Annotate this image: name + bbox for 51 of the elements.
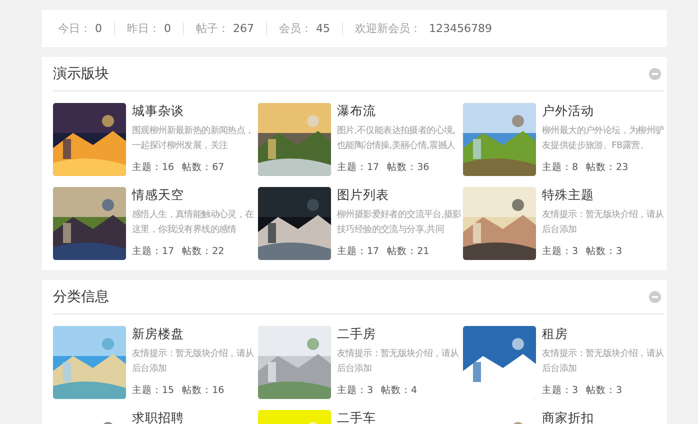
forum-title[interactable]: 户外活动 <box>542 103 668 119</box>
forum-title[interactable]: 图片列表 <box>337 187 463 203</box>
forum-title[interactable]: 商家折扣 <box>542 410 668 424</box>
stat-label: 欢迎新会员： <box>355 21 421 36</box>
topic-count: 主题：16 <box>132 161 174 174</box>
forum-description: 感悟人生，真情能触动心灵，在这里，你我没有界线的感情 <box>132 208 255 237</box>
stat-value: 267 <box>233 22 254 35</box>
stat-label: 会员： <box>279 21 312 36</box>
forum-description: 友情提示：暂无版块介绍，请从后台添加 <box>542 348 665 376</box>
forum-description: 友情提示：暂无版块介绍，请从后台添加 <box>337 348 460 376</box>
forum-title[interactable]: 特殊主题 <box>542 187 668 203</box>
stat-value: 0 <box>95 22 102 35</box>
post-count: 帖数：3 <box>586 245 622 258</box>
forum-title[interactable]: 新房楼盘 <box>132 326 258 342</box>
topic-count: 主题：8 <box>542 161 578 174</box>
topic-count: 主题：17 <box>132 245 174 258</box>
forum-description: 柳州最大的户外论坛，为柳州驴友提供徒步旅游、FB露营、 <box>542 124 665 153</box>
stat-label: 帖子： <box>196 21 229 36</box>
forum-title[interactable]: 求职招聘 <box>132 410 258 424</box>
forum-title[interactable]: 情感天空 <box>132 187 258 203</box>
topic-count: 主题：15 <box>132 384 174 397</box>
forum-title[interactable]: 二手房 <box>337 326 463 342</box>
forum-description: 友情提示：暂无版块介绍，请从后台添加 <box>542 208 665 237</box>
stat-value: 0 <box>164 22 171 35</box>
forum-description: 围观柳州新最新热的新闻热点，一起探讨柳州发展，关注 <box>132 124 255 153</box>
stat-value: 123456789 <box>429 22 492 35</box>
post-count: 帖数：67 <box>182 161 224 174</box>
stat-label: 今日： <box>58 21 91 36</box>
post-count: 帖数：21 <box>387 245 430 258</box>
topic-count: 主题：3 <box>542 245 578 258</box>
forum-title[interactable]: 瀑布流 <box>337 103 463 119</box>
forum-title[interactable]: 城事杂谈 <box>132 103 258 119</box>
topic-count: 主题：17 <box>337 245 380 258</box>
post-count: 帖数：3 <box>586 384 622 397</box>
post-count: 帖数：4 <box>381 384 418 397</box>
post-count: 帖数：23 <box>586 161 628 174</box>
stat-value: 45 <box>316 22 330 35</box>
post-count: 帖数：16 <box>182 384 224 397</box>
forum-description: 柳州摄影爱好者的交流平台,摄影技巧经验的交流与分享,共同 <box>337 208 462 237</box>
topic-count: 主题：17 <box>337 161 380 174</box>
stat-label: 昨日： <box>127 21 160 36</box>
forum-description: 图片,不仅能表达拍摄者的心境,也能陶冶情操,美丽心情,震撼人 <box>337 124 456 153</box>
topic-count: 主题：3 <box>337 384 374 397</box>
topic-count: 主题：3 <box>542 384 578 397</box>
forum-title[interactable]: 租房 <box>542 326 668 342</box>
section-title: 分类信息 <box>53 288 109 306</box>
post-count: 帖数：22 <box>182 245 224 258</box>
section-title: 演示版块 <box>53 64 109 82</box>
post-count: 帖数：36 <box>387 161 430 174</box>
forum-description: 友情提示：暂无版块介绍，请从后台添加 <box>132 348 255 376</box>
forum-title[interactable]: 二手车 <box>337 410 463 424</box>
